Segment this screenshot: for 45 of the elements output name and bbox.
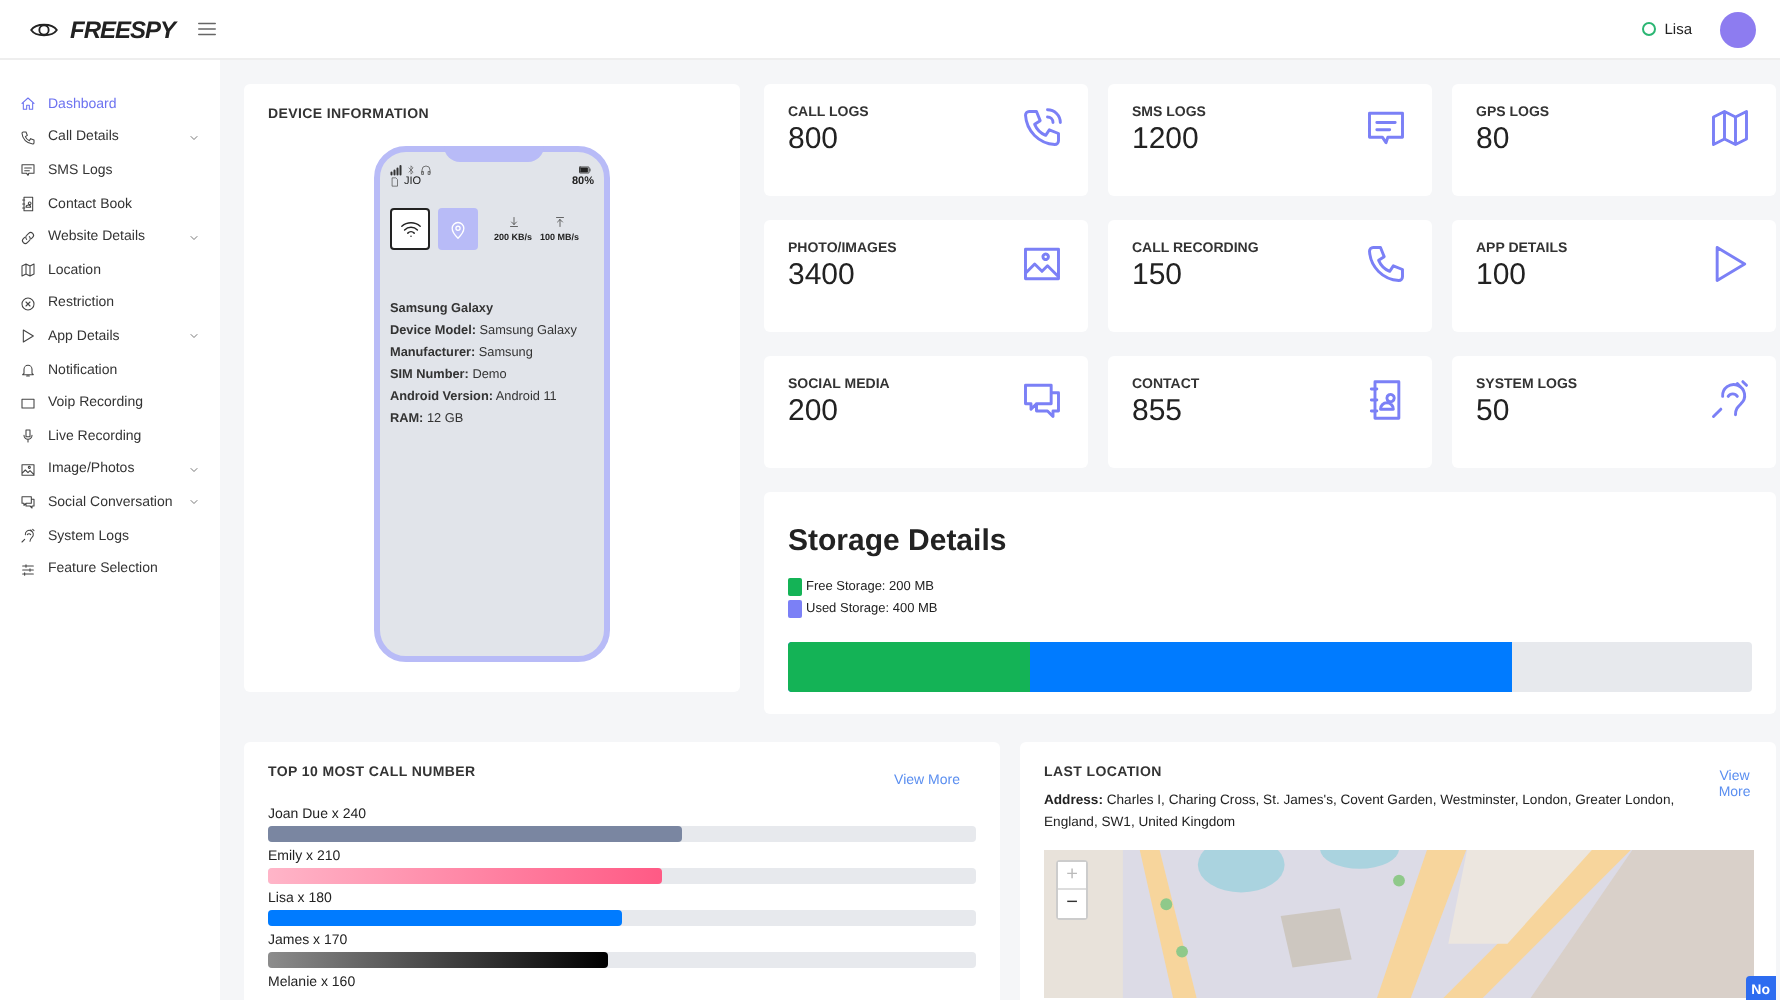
sliders-icon <box>20 561 36 578</box>
location-pin-icon <box>448 219 468 239</box>
logo-text: FREESPY <box>70 15 176 43</box>
stat-value: 50 <box>1476 394 1512 428</box>
ear-icon <box>1708 378 1752 422</box>
chat-icon <box>1020 378 1064 422</box>
link-icon <box>20 229 36 246</box>
headphones-icon <box>420 164 432 176</box>
map-icon <box>20 262 36 279</box>
ear-icon <box>20 528 36 545</box>
download-icon <box>507 216 519 228</box>
play-icon <box>20 328 36 345</box>
phone-icon <box>20 129 36 146</box>
stat-value: 100 <box>1476 258 1529 292</box>
wifi-toggle[interactable] <box>390 208 430 250</box>
stat-value: 200 <box>788 394 841 428</box>
phone-icon <box>1364 242 1408 286</box>
message-icon <box>20 162 36 179</box>
upload-icon <box>553 216 566 228</box>
card-title: Storage Details <box>788 524 1009 558</box>
battery-icon <box>576 164 594 176</box>
stat-value: 800 <box>788 122 841 156</box>
wifi-icon <box>399 218 421 240</box>
phone-icon <box>1020 106 1064 150</box>
bell-icon <box>20 362 36 379</box>
menu-icon[interactable] <box>195 18 218 40</box>
stat-value: 80 <box>1476 122 1512 156</box>
contact-book-icon <box>20 196 36 213</box>
message-icon <box>1364 106 1408 150</box>
image-icon <box>1020 242 1064 286</box>
home-icon <box>20 96 36 113</box>
signal-icon <box>390 164 402 176</box>
stat-value: 3400 <box>788 258 857 292</box>
map-icon <box>1708 106 1752 150</box>
bluetooth-icon <box>406 164 416 176</box>
stat-value: 1200 <box>1132 122 1201 156</box>
screen-icon <box>20 395 36 412</box>
sim-card-icon <box>390 176 400 188</box>
stat-value: 855 <box>1132 394 1185 428</box>
location-toggle[interactable] <box>438 208 478 250</box>
stat-value: 150 <box>1132 258 1185 292</box>
avatar[interactable] <box>1720 11 1756 47</box>
image-icon <box>20 461 36 478</box>
chat-icon <box>20 494 36 511</box>
microphone-icon <box>20 428 36 445</box>
